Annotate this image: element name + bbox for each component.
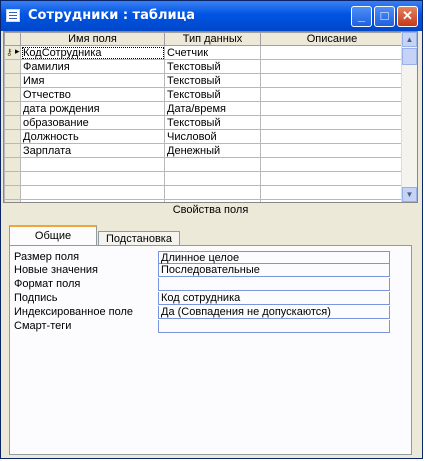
- column-header: Имя поля: [20, 32, 165, 46]
- data-type-cell[interactable]: Текстовый: [164, 87, 261, 102]
- data-type-cell[interactable]: [164, 171, 261, 186]
- field-table: Имя поля Тип данных Описание ⚷ ▸ КодСотр…: [4, 32, 404, 202]
- field-name-cell[interactable]: КодСотрудника: [20, 45, 165, 60]
- field-name-cell[interactable]: Фамилия: [20, 59, 165, 74]
- table-row[interactable]: [4, 157, 404, 172]
- table-row[interactable]: Отчество Текстовый: [4, 87, 404, 102]
- tab-lookup[interactable]: Подстановка: [98, 231, 180, 246]
- scroll-down-icon[interactable]: ▼: [402, 187, 417, 202]
- description-cell[interactable]: [260, 101, 404, 116]
- property-label: Новые значения: [14, 264, 99, 276]
- caption-input[interactable]: Код сотрудника: [158, 292, 390, 305]
- data-type-cell[interactable]: Текстовый: [164, 73, 261, 88]
- table-row[interactable]: образование Текстовый: [4, 115, 404, 130]
- data-type-cell[interactable]: Числовой: [164, 129, 261, 144]
- data-type-cell[interactable]: [164, 157, 261, 172]
- column-header: Описание: [260, 32, 404, 46]
- property-label: Смарт-теги: [14, 320, 72, 332]
- row-selector[interactable]: [4, 115, 21, 130]
- tab-general[interactable]: Общие: [9, 225, 97, 245]
- field-name-cell[interactable]: [20, 171, 165, 186]
- format-input[interactable]: [158, 278, 390, 291]
- property-label: Формат поля: [14, 278, 81, 290]
- window-title: Сотрудники : таблица: [28, 8, 195, 23]
- description-cell[interactable]: [260, 45, 404, 60]
- field-name-cell[interactable]: [20, 185, 165, 200]
- row-selector[interactable]: [4, 129, 21, 144]
- row-selector[interactable]: ⚷ ▸: [4, 45, 21, 60]
- table-row[interactable]: [4, 185, 404, 200]
- field-properties-panel: Размер поля Длинное целое Новые значения…: [9, 245, 412, 455]
- property-label: Индексированное поле: [14, 306, 133, 318]
- field-grid: Имя поля Тип данных Описание ⚷ ▸ КодСотр…: [3, 31, 418, 203]
- close-button[interactable]: ✕: [397, 6, 418, 27]
- maximize-button[interactable]: □: [374, 6, 395, 27]
- column-header: Тип данных: [164, 32, 261, 46]
- row-selector[interactable]: [4, 59, 21, 74]
- row-selector[interactable]: [4, 73, 21, 88]
- row-selector[interactable]: [4, 171, 21, 186]
- field-name-cell[interactable]: дата рождения: [20, 101, 165, 116]
- field-name-cell[interactable]: Должность: [20, 129, 165, 144]
- description-cell[interactable]: [260, 115, 404, 130]
- smart-tags-input[interactable]: [158, 320, 390, 333]
- vertical-scrollbar[interactable]: ▲ ▼: [401, 32, 417, 202]
- current-row-arrow-icon: ▸: [15, 46, 20, 57]
- scroll-up-icon[interactable]: ▲: [402, 32, 417, 47]
- data-type-cell[interactable]: Денежный: [164, 143, 261, 158]
- data-type-cell[interactable]: Дата/время: [164, 101, 261, 116]
- field-name-cell[interactable]: Имя: [20, 73, 165, 88]
- row-selector[interactable]: [4, 157, 21, 172]
- data-type-cell[interactable]: Счетчик: [164, 45, 261, 60]
- row-selector[interactable]: [4, 185, 21, 200]
- property-label: Подпись: [14, 292, 58, 304]
- minimize-button[interactable]: _: [351, 6, 372, 27]
- primary-key-icon: ⚷: [6, 47, 13, 57]
- row-selector[interactable]: [4, 101, 21, 116]
- description-cell[interactable]: [260, 129, 404, 144]
- field-size-input[interactable]: Длинное целое: [158, 251, 390, 264]
- description-cell[interactable]: [260, 143, 404, 158]
- data-type-cell[interactable]: Текстовый: [164, 115, 261, 130]
- description-cell[interactable]: [260, 157, 404, 172]
- table-row[interactable]: [4, 171, 404, 186]
- field-name-cell[interactable]: Зарплата: [20, 143, 165, 158]
- indexed-input[interactable]: Да (Совпадения не допускаются): [158, 306, 390, 319]
- field-name-cell[interactable]: [20, 157, 165, 172]
- header-row: Имя поля Тип данных Описание: [4, 32, 404, 46]
- data-type-cell[interactable]: [164, 185, 261, 200]
- table-row[interactable]: ⚷ ▸ КодСотрудника Счетчик: [4, 45, 404, 60]
- row-selector-header: [4, 32, 21, 46]
- description-cell[interactable]: [260, 73, 404, 88]
- row-selector[interactable]: [4, 87, 21, 102]
- table-design-window: Сотрудники : таблица _ □ ✕ Имя поля Тип …: [0, 0, 423, 459]
- table-row[interactable]: Фамилия Текстовый: [4, 59, 404, 74]
- description-cell[interactable]: [260, 185, 404, 200]
- field-properties-label: Свойства поля: [172, 204, 249, 216]
- description-cell[interactable]: [260, 59, 404, 74]
- table-row[interactable]: Имя Текстовый: [4, 73, 404, 88]
- title-bar[interactable]: Сотрудники : таблица _ □ ✕: [1, 1, 422, 31]
- field-name-cell[interactable]: образование: [20, 115, 165, 130]
- table-row[interactable]: Зарплата Денежный: [4, 143, 404, 158]
- table-icon: [6, 9, 20, 22]
- property-label: Размер поля: [14, 251, 80, 263]
- table-row[interactable]: дата рождения Дата/время: [4, 101, 404, 116]
- scroll-thumb[interactable]: [402, 48, 417, 65]
- field-name-cell[interactable]: Отчество: [20, 87, 165, 102]
- table-row[interactable]: Должность Числовой: [4, 129, 404, 144]
- description-cell[interactable]: [260, 171, 404, 186]
- new-values-input[interactable]: Последовательные: [158, 264, 390, 277]
- description-cell[interactable]: [260, 87, 404, 102]
- data-type-cell[interactable]: Текстовый: [164, 59, 261, 74]
- row-selector[interactable]: [4, 143, 21, 158]
